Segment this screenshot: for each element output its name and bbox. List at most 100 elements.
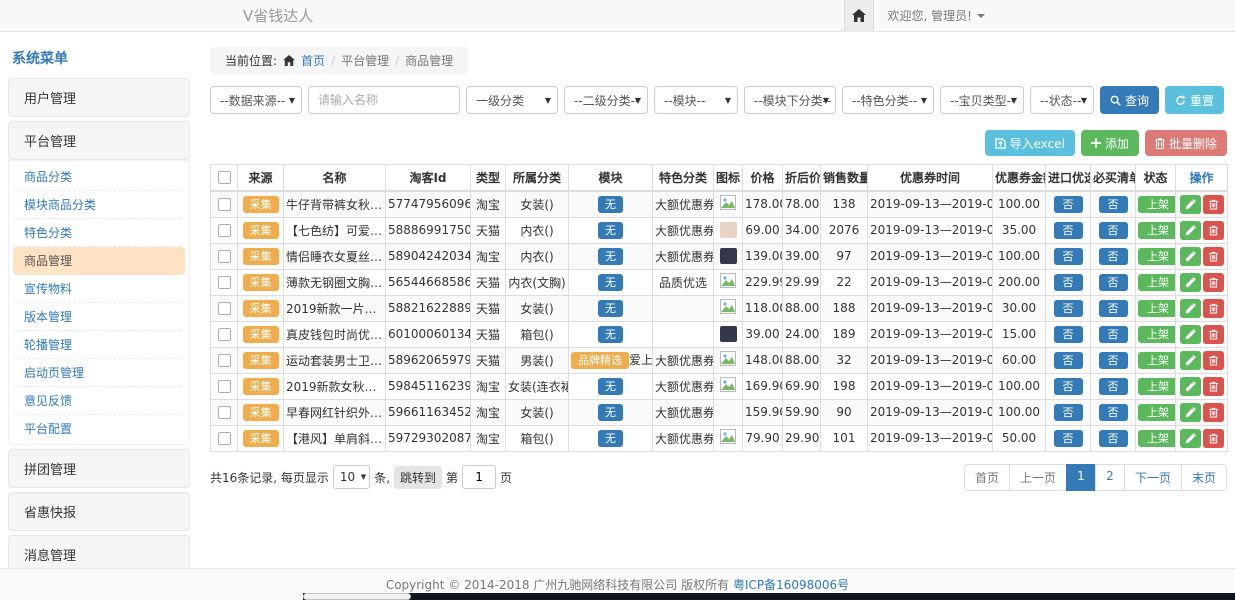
must-buy-toggle[interactable]: 否 bbox=[1099, 404, 1128, 421]
row-checkbox[interactable] bbox=[218, 224, 231, 237]
per-page-select[interactable]: 10 ▼ bbox=[333, 465, 370, 489]
must-buy-toggle[interactable]: 否 bbox=[1099, 300, 1128, 317]
filter-select-status[interactable]: --状态--▼ bbox=[1030, 86, 1094, 114]
horizontal-scrollbar-thumb[interactable] bbox=[303, 593, 411, 600]
row-checkbox[interactable] bbox=[218, 276, 231, 289]
page-button-下一页[interactable]: 下一页 bbox=[1124, 464, 1182, 491]
must-buy-toggle[interactable]: 否 bbox=[1099, 378, 1128, 395]
delete-button[interactable] bbox=[1203, 247, 1224, 266]
status-button[interactable]: 上架 bbox=[1138, 352, 1176, 369]
name-search-input[interactable] bbox=[308, 86, 460, 114]
status-button[interactable]: 上架 bbox=[1138, 248, 1176, 265]
must-buy-toggle[interactable]: 否 bbox=[1099, 326, 1128, 343]
sidebar-group-省惠快报[interactable]: 省惠快报 bbox=[8, 492, 190, 531]
status-button[interactable]: 上架 bbox=[1138, 196, 1176, 213]
filter-select-data-source[interactable]: --数据来源--▼ bbox=[210, 86, 302, 114]
delete-button[interactable] bbox=[1203, 403, 1224, 422]
delete-button[interactable] bbox=[1203, 273, 1224, 292]
import-select-toggle[interactable]: 否 bbox=[1054, 248, 1083, 265]
select-all-checkbox[interactable] bbox=[218, 171, 231, 184]
sidebar-item-启动页管理[interactable]: 启动页管理 bbox=[13, 359, 185, 387]
must-buy-toggle[interactable]: 否 bbox=[1099, 274, 1128, 291]
filter-select-module[interactable]: --模块--▼ bbox=[654, 86, 738, 114]
delete-button[interactable] bbox=[1203, 299, 1224, 318]
page-button-末页[interactable]: 末页 bbox=[1181, 464, 1227, 491]
page-button-首页[interactable]: 首页 bbox=[964, 464, 1010, 491]
sidebar-item-轮播管理[interactable]: 轮播管理 bbox=[13, 331, 185, 359]
sidebar-group-消息管理[interactable]: 消息管理 bbox=[8, 535, 190, 568]
import-select-toggle[interactable]: 否 bbox=[1054, 430, 1083, 447]
icp-link[interactable]: 粤ICP备16098006号 bbox=[733, 576, 849, 593]
horizontal-scrollbar-track[interactable] bbox=[303, 593, 1235, 600]
import-select-toggle[interactable]: 否 bbox=[1054, 404, 1083, 421]
sidebar-item-模块商品分类[interactable]: 模块商品分类 bbox=[13, 191, 185, 219]
status-button[interactable]: 上架 bbox=[1138, 222, 1176, 239]
import-select-toggle[interactable]: 否 bbox=[1054, 326, 1083, 343]
filter-select-item-type[interactable]: --宝贝类型--▼ bbox=[940, 86, 1024, 114]
sidebar-item-特色分类[interactable]: 特色分类 bbox=[13, 219, 185, 247]
row-checkbox[interactable] bbox=[218, 198, 231, 211]
page-button-1[interactable]: 1 bbox=[1066, 464, 1096, 491]
import-select-toggle[interactable]: 否 bbox=[1054, 274, 1083, 291]
delete-button[interactable] bbox=[1203, 429, 1224, 448]
row-checkbox[interactable] bbox=[218, 250, 231, 263]
status-button[interactable]: 上架 bbox=[1138, 274, 1176, 291]
edit-button[interactable] bbox=[1180, 377, 1201, 396]
filter-select-level2-category[interactable]: --二级分类--▼ bbox=[564, 86, 648, 114]
edit-button[interactable] bbox=[1180, 299, 1201, 318]
add-button[interactable]: 添加 bbox=[1081, 130, 1139, 156]
import-select-toggle[interactable]: 否 bbox=[1054, 196, 1083, 213]
sidebar-group-拼团管理[interactable]: 拼团管理 bbox=[8, 449, 190, 488]
import-select-toggle[interactable]: 否 bbox=[1054, 352, 1083, 369]
batch-delete-button[interactable]: 批量删除 bbox=[1145, 130, 1227, 156]
sidebar-item-宣传物料[interactable]: 宣传物料 bbox=[13, 275, 185, 303]
row-checkbox[interactable] bbox=[218, 328, 231, 341]
delete-button[interactable] bbox=[1203, 351, 1224, 370]
import-select-toggle[interactable]: 否 bbox=[1054, 222, 1083, 239]
home-button[interactable] bbox=[844, 0, 874, 31]
user-menu[interactable]: 欢迎您, 管理员! bbox=[888, 7, 985, 24]
status-button[interactable]: 上架 bbox=[1138, 430, 1176, 447]
sidebar-group-用户管理[interactable]: 用户管理 bbox=[8, 78, 190, 117]
delete-button[interactable] bbox=[1203, 221, 1224, 240]
filter-select-feature-category[interactable]: --特色分类--▼ bbox=[842, 86, 934, 114]
status-button[interactable]: 上架 bbox=[1138, 378, 1176, 395]
must-buy-toggle[interactable]: 否 bbox=[1099, 248, 1128, 265]
import-excel-button[interactable]: 导入excel bbox=[985, 130, 1075, 156]
import-select-toggle[interactable]: 否 bbox=[1054, 300, 1083, 317]
row-checkbox[interactable] bbox=[218, 432, 231, 445]
row-checkbox[interactable] bbox=[218, 354, 231, 367]
page-button-2[interactable]: 2 bbox=[1095, 464, 1125, 491]
must-buy-toggle[interactable]: 否 bbox=[1099, 196, 1128, 213]
row-checkbox[interactable] bbox=[218, 380, 231, 393]
sidebar-group-平台管理[interactable]: 平台管理 bbox=[8, 121, 190, 160]
sidebar-item-版本管理[interactable]: 版本管理 bbox=[13, 303, 185, 331]
filter-select-level1-category[interactable]: 一级分类▼ bbox=[466, 86, 558, 114]
page-button-上一页[interactable]: 上一页 bbox=[1009, 464, 1067, 491]
edit-button[interactable] bbox=[1180, 403, 1201, 422]
status-button[interactable]: 上架 bbox=[1138, 326, 1176, 343]
must-buy-toggle[interactable]: 否 bbox=[1099, 352, 1128, 369]
sidebar-item-平台配置[interactable]: 平台配置 bbox=[13, 415, 185, 442]
import-select-toggle[interactable]: 否 bbox=[1054, 378, 1083, 395]
sidebar-item-商品分类[interactable]: 商品分类 bbox=[13, 163, 185, 191]
edit-button[interactable] bbox=[1180, 325, 1201, 344]
edit-button[interactable] bbox=[1180, 351, 1201, 370]
row-checkbox[interactable] bbox=[218, 302, 231, 315]
query-button[interactable]: 查询 bbox=[1100, 86, 1159, 114]
sidebar-item-意见反馈[interactable]: 意见反馈 bbox=[13, 387, 185, 415]
must-buy-toggle[interactable]: 否 bbox=[1099, 222, 1128, 239]
edit-button[interactable] bbox=[1180, 221, 1201, 240]
delete-button[interactable] bbox=[1203, 325, 1224, 344]
page-number-input[interactable] bbox=[462, 465, 496, 489]
edit-button[interactable] bbox=[1180, 429, 1201, 448]
delete-button[interactable] bbox=[1203, 377, 1224, 396]
edit-button[interactable] bbox=[1180, 247, 1201, 266]
must-buy-toggle[interactable]: 否 bbox=[1099, 430, 1128, 447]
breadcrumb-home-link[interactable]: 首页 bbox=[301, 52, 325, 69]
edit-button[interactable] bbox=[1180, 273, 1201, 292]
filter-select-module-sub-category[interactable]: --模块下分类--▼ bbox=[744, 86, 836, 114]
sidebar-item-商品管理[interactable]: 商品管理 bbox=[13, 247, 185, 275]
jump-to-button[interactable]: 跳转到 bbox=[394, 466, 442, 489]
delete-button[interactable] bbox=[1203, 195, 1224, 214]
